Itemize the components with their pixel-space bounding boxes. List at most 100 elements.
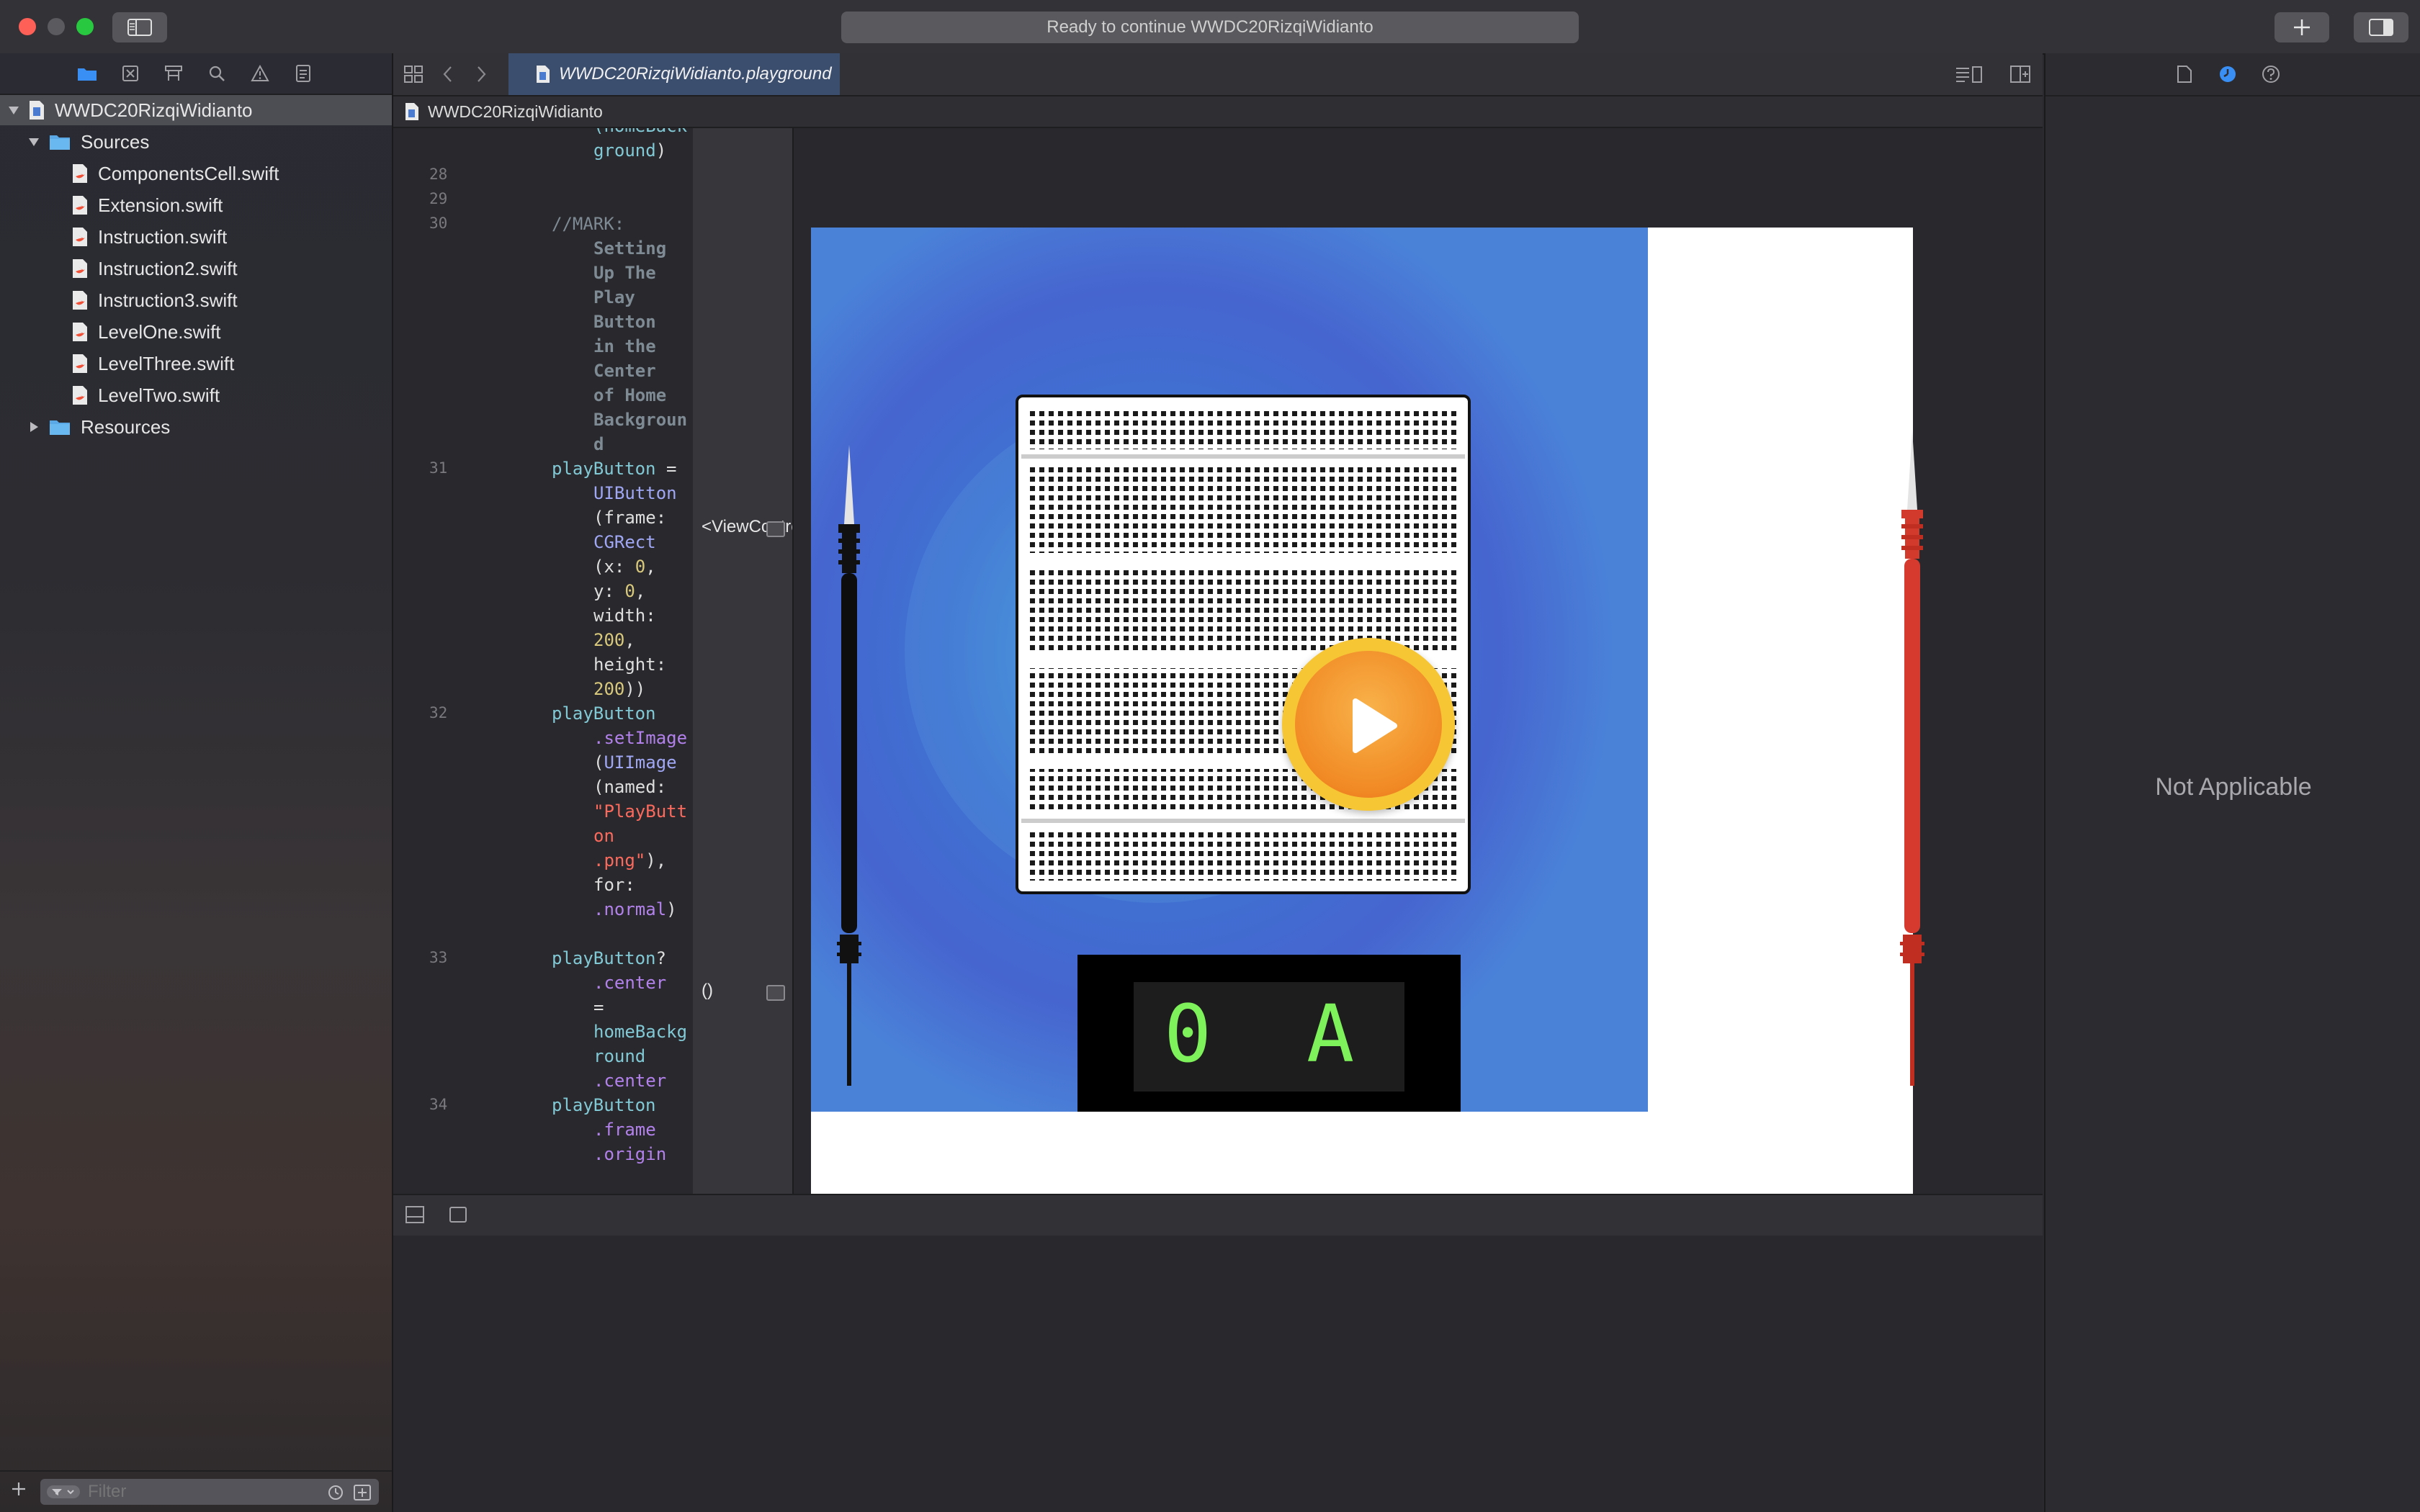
file-label: Extension.swift — [98, 194, 223, 216]
add-editor-button[interactable] — [2009, 65, 2031, 87]
swift-file-icon — [72, 227, 88, 247]
project-root-item[interactable]: WWDC20RizqiWidianto — [0, 95, 392, 125]
code-line: UIButton (frame: CGRect (x: 0, y: 0, wid… — [593, 483, 677, 699]
folder-icon — [49, 133, 71, 150]
plus-icon — [12, 1482, 25, 1495]
file-item[interactable]: Instruction3.swift — [72, 285, 238, 315]
resources-folder-item[interactable]: Resources — [26, 412, 170, 442]
stop-icon — [449, 1207, 467, 1223]
hierarchy-icon — [165, 66, 182, 81]
zoom-window-button[interactable] — [76, 18, 94, 35]
add-library-button[interactable] — [2275, 12, 2329, 42]
code-line: playButton — [552, 703, 656, 724]
file-item[interactable]: LevelTwo.swift — [72, 380, 220, 410]
file-label: ComponentsCell.swift — [98, 162, 279, 184]
result-value: () — [702, 981, 713, 1000]
line-number: 33 — [429, 949, 448, 966]
toggle-inspector-button[interactable] — [2354, 12, 2408, 42]
back-button[interactable] — [441, 65, 455, 87]
file-label: Instruction3.swift — [98, 289, 238, 311]
project-root-label: WWDC20RizqiWidianto — [55, 99, 253, 121]
add-file-button[interactable] — [10, 1480, 27, 1501]
filter-field[interactable] — [40, 1479, 379, 1505]
search-icon — [209, 66, 225, 81]
forward-button[interactable] — [474, 65, 488, 87]
source-control-filter-icon[interactable] — [353, 1484, 372, 1505]
file-item[interactable]: ComponentsCell.swift — [72, 158, 279, 189]
swift-file-icon — [72, 354, 88, 374]
filter-input[interactable] — [86, 1481, 305, 1503]
line-number: 34 — [429, 1096, 448, 1113]
sources-folder-item[interactable]: Sources — [26, 127, 149, 157]
warning-icon — [251, 65, 269, 81]
related-items-button[interactable] — [403, 65, 424, 87]
filter-options-icon[interactable] — [46, 1484, 81, 1500]
code-comment: //MARK: — [552, 214, 625, 234]
project-navigator: WWDC20RizqiWidianto Sources ComponentsCe… — [0, 53, 393, 1512]
recent-files-icon[interactable] — [327, 1484, 344, 1505]
lines-icon — [1956, 66, 1982, 83]
tab-playground[interactable]: WWDC20RizqiWidianto.playground — [508, 53, 840, 95]
play-button[interactable] — [1282, 638, 1455, 811]
disclosure-closed-icon[interactable] — [26, 419, 42, 435]
swift-file-icon — [72, 290, 88, 310]
file-item[interactable]: Instruction.swift — [72, 222, 227, 252]
file-label: Instruction.swift — [98, 225, 228, 248]
play-icon — [1353, 698, 1397, 753]
meter-reading: 0 — [1164, 988, 1212, 1080]
tab-history-inspector[interactable] — [2218, 65, 2237, 87]
minimize-window-button[interactable] — [48, 18, 65, 35]
console-area[interactable] — [393, 1236, 2043, 1512]
file-item[interactable]: LevelOne.swift — [72, 317, 221, 347]
editor-options-button[interactable] — [1955, 65, 1984, 87]
breadcrumb[interactable]: WWDC20RizqiWidianto — [428, 102, 603, 122]
file-item[interactable]: Extension.swift — [72, 190, 223, 220]
run-playground-button[interactable] — [448, 1205, 468, 1228]
jump-bar[interactable]: WWDC20RizqiWidianto — [393, 96, 2043, 128]
close-window-button[interactable] — [19, 18, 36, 35]
swift-file-icon — [72, 322, 88, 342]
tab-project-navigator[interactable] — [76, 63, 98, 84]
quick-look-icon[interactable] — [766, 521, 785, 537]
split-editor-icon — [2010, 66, 2030, 83]
file-label: LevelOne.swift — [98, 320, 221, 343]
disclosure-open-icon[interactable] — [26, 134, 42, 150]
tab-label: WWDC20RizqiWidianto.playground — [559, 64, 832, 84]
debug-bar — [393, 1194, 2043, 1237]
console-icon — [405, 1206, 424, 1223]
title-bar: Ready to continue WWDC20RizqiWidianto — [0, 0, 2420, 55]
resources-folder-label: Resources — [81, 415, 171, 438]
inspector-tab-bar — [2045, 53, 2420, 96]
code-editor[interactable]: (homeBack ground) 28 29 30 //MARK: Setti… — [393, 128, 693, 1194]
tab-report-navigator[interactable] — [292, 63, 314, 84]
meter-display: 0 A — [1077, 955, 1461, 1112]
tab-issue-navigator[interactable] — [249, 63, 271, 84]
tab-quick-help[interactable] — [2262, 65, 2280, 87]
file-item[interactable]: Instruction2.swift — [72, 253, 238, 284]
toggle-navigator-button[interactable] — [112, 12, 167, 42]
source-control-icon — [122, 66, 138, 81]
tab-find-navigator[interactable] — [206, 63, 228, 84]
quick-look-icon[interactable] — [766, 985, 785, 1001]
plus-icon — [2294, 19, 2310, 35]
swift-file-icon — [72, 195, 88, 215]
tab-file-inspector[interactable] — [2177, 65, 2192, 87]
playground-file-icon — [29, 100, 45, 120]
disclosure-open-icon[interactable] — [6, 102, 22, 118]
code-line: .setImage (UIImage (named: "PlayButt on … — [593, 728, 688, 919]
tab-symbol-navigator[interactable] — [163, 63, 184, 84]
code-line: playButton — [552, 1095, 656, 1115]
report-icon — [296, 65, 310, 82]
red-probe — [1900, 431, 1924, 1086]
file-item[interactable]: LevelThree.swift — [72, 348, 234, 379]
clock-icon — [2220, 66, 2236, 82]
editor-tab-bar: WWDC20RizqiWidianto.playground — [393, 53, 2043, 96]
live-view[interactable]: 0 A — [794, 128, 2043, 1194]
playground-file-icon — [536, 65, 550, 84]
toggle-console-button[interactable] — [405, 1205, 425, 1228]
meter-unit: A — [1307, 988, 1355, 1080]
tab-source-control[interactable] — [120, 63, 141, 84]
sources-folder-label: Sources — [81, 130, 150, 153]
playground-file-icon — [405, 102, 419, 121]
folder-icon — [78, 68, 97, 81]
